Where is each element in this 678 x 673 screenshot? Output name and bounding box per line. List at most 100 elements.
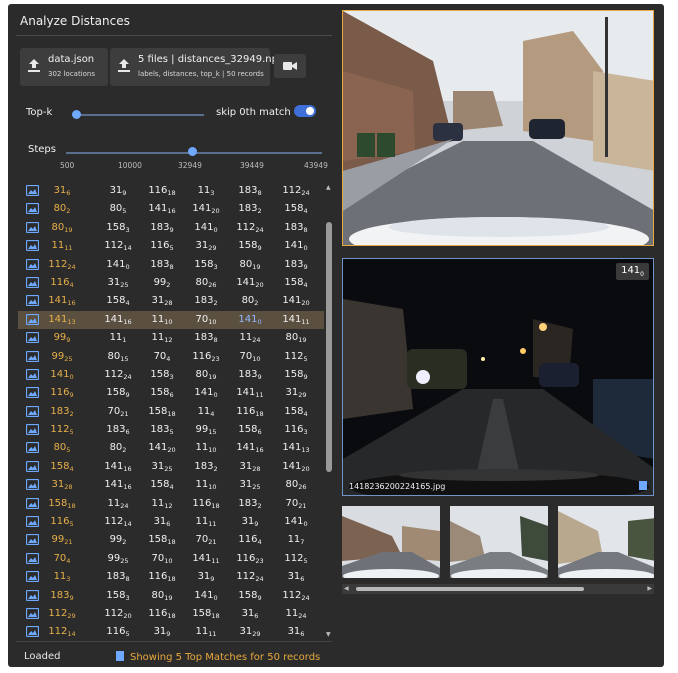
image-icon[interactable] — [25, 313, 40, 325]
image-icon[interactable] — [25, 387, 40, 399]
table-row[interactable]: 9921 992 15818 7021 1164 117 — [18, 531, 324, 549]
table-cell: 805 — [42, 442, 82, 454]
table-row[interactable]: 15818 1124 1112 11618 1832 7021 — [18, 495, 324, 513]
table-row[interactable]: 1125 1836 1835 9915 1586 1163 — [18, 421, 324, 439]
table-row[interactable]: 1169 1589 1586 1410 14111 3129 — [18, 384, 324, 402]
cell-value: 80 — [51, 221, 65, 233]
scroll-down-icon[interactable]: ▼ — [326, 631, 331, 638]
thumbnail[interactable] — [342, 506, 440, 578]
table-row[interactable]: 3128 14116 1584 1110 3125 8026 — [18, 476, 324, 494]
cell-value: 11 — [109, 332, 123, 344]
image-icon[interactable] — [25, 405, 40, 417]
table-row[interactable]: 9925 8015 704 11623 7010 1125 — [18, 348, 324, 366]
thumbnail[interactable] — [558, 506, 654, 578]
cell-index: 8 — [257, 189, 262, 197]
cell-index: 25 — [252, 483, 261, 492]
cell-index: 6 — [166, 520, 171, 529]
cell-index: 19 — [298, 336, 307, 345]
table-cell: 1410 — [98, 259, 138, 271]
table-cell: 1835 — [142, 424, 182, 436]
table-scrollbar[interactable]: ▲ ▼ — [324, 182, 334, 640]
table-row[interactable]: 1111 11214 1165 3129 1589 1410 — [18, 237, 324, 255]
table-row[interactable]: 999 111 1112 1838 1124 8019 — [18, 329, 324, 347]
thumbnail[interactable] — [450, 506, 548, 578]
table-cell: 8019 — [142, 590, 182, 602]
image-icon[interactable] — [25, 368, 40, 381]
image-icon[interactable] — [25, 479, 40, 491]
camera-button[interactable] — [274, 54, 306, 78]
scroll-left-icon[interactable]: ◀ — [344, 585, 349, 592]
image-icon[interactable] — [25, 350, 40, 362]
cell-index: 10 — [208, 483, 217, 492]
table-row[interactable]: 11224 1410 1838 1583 8019 1839 — [18, 256, 324, 274]
table-row[interactable]: 113 1838 11618 319 11224 316 — [18, 568, 324, 586]
image-icon[interactable] — [25, 258, 40, 270]
table-row[interactable]: 316 319 11618 113 1838 11224 — [18, 182, 324, 200]
image-icon[interactable] — [25, 184, 40, 197]
image-icon[interactable] — [25, 332, 40, 344]
image-icon[interactable] — [25, 607, 40, 620]
steps-slider-thumb[interactable] — [188, 147, 197, 156]
match-filename: 1418236200224165.jpg — [349, 482, 446, 491]
scrollbar-thumb[interactable] — [356, 587, 584, 591]
image-icon[interactable] — [25, 497, 40, 509]
skip-0th-toggle[interactable] — [294, 105, 316, 117]
image-icon[interactable] — [25, 203, 40, 215]
cell-value: 112 — [50, 424, 70, 436]
table-row[interactable]: 11229 11220 11618 15818 316 1124 — [18, 605, 324, 623]
table-row[interactable]: 1165 11214 316 1111 319 1410 — [18, 513, 324, 531]
match-image[interactable]: 1410 1418236200224165.jpg — [342, 258, 654, 496]
data-json-button[interactable]: data.json 302 locations — [20, 48, 108, 86]
cell-value: 141 — [106, 258, 126, 270]
distances-file-button[interactable]: 5 files | distances_32949.npz labels, di… — [110, 48, 283, 86]
table-row[interactable]: 14113 14116 1110 7010 1410 14111 — [18, 310, 324, 330]
table-row[interactable]: 704 9925 7010 14111 11623 1125 — [18, 550, 324, 568]
table-cell: 8026 — [276, 479, 316, 491]
image-icon[interactable] — [25, 552, 40, 564]
cell-index: 25 — [164, 464, 173, 473]
scroll-up-icon[interactable]: ▲ — [326, 184, 331, 191]
image-icon[interactable] — [25, 534, 40, 546]
cell-value: 80 — [285, 479, 299, 491]
table-row[interactable]: 11214 1165 319 1111 3129 316 — [18, 623, 324, 640]
table-row[interactable]: 1164 3125 992 8026 14120 1584 — [18, 274, 324, 292]
table-cell: 15818 — [186, 608, 226, 620]
image-icon[interactable] — [25, 240, 40, 252]
image-icon[interactable] — [25, 423, 40, 436]
table-row[interactable]: 1839 1583 8019 1410 1589 11224 — [18, 587, 324, 605]
scrollbar-thumb[interactable] — [326, 222, 332, 472]
image-icon[interactable] — [25, 589, 40, 601]
table-cell: 3128 — [142, 295, 182, 307]
thumbnail-scrollbar[interactable]: ◀ ▶ — [342, 584, 654, 594]
image-icon[interactable] — [25, 571, 40, 583]
cell-index: 28 — [64, 483, 73, 492]
table-cell: 9921 — [42, 534, 82, 546]
cell-index: 24 — [301, 593, 310, 602]
image-icon[interactable] — [25, 515, 40, 528]
copy-icon[interactable] — [639, 481, 647, 490]
table-cell: 14111 — [186, 553, 226, 565]
image-icon[interactable] — [25, 460, 40, 472]
table-cell: 1589 — [98, 387, 138, 399]
cell-index: 2 — [213, 464, 218, 473]
table-row[interactable]: 1832 7021 15818 114 11618 1584 — [18, 403, 324, 421]
table-row[interactable]: 805 802 14120 1110 14116 14113 — [18, 439, 324, 457]
image-icon[interactable] — [25, 626, 40, 638]
table-row[interactable]: 14116 1584 3128 1832 802 14120 — [18, 292, 324, 310]
image-icon[interactable] — [25, 276, 40, 289]
scroll-right-icon[interactable]: ▶ — [647, 585, 652, 592]
cell-value: 70 — [239, 350, 253, 362]
image-icon[interactable] — [25, 295, 40, 307]
table-row[interactable]: 802 805 14116 14120 1832 1584 — [18, 200, 324, 218]
cell-value: 11 — [195, 479, 209, 491]
table-cell: 1583 — [186, 259, 226, 271]
table-cell: 11229 — [42, 608, 82, 620]
query-image[interactable] — [342, 10, 654, 246]
topk-slider-track[interactable] — [74, 114, 204, 116]
image-icon[interactable] — [25, 442, 40, 454]
table-row[interactable]: 1584 14116 3125 1832 3128 14120 — [18, 458, 324, 476]
image-icon[interactable] — [25, 221, 40, 233]
topk-slider-thumb[interactable] — [72, 110, 81, 119]
table-row[interactable]: 1410 11224 1583 8019 1839 1589 — [18, 366, 324, 384]
table-row[interactable]: 8019 1583 1839 1410 11224 1838 — [18, 219, 324, 237]
